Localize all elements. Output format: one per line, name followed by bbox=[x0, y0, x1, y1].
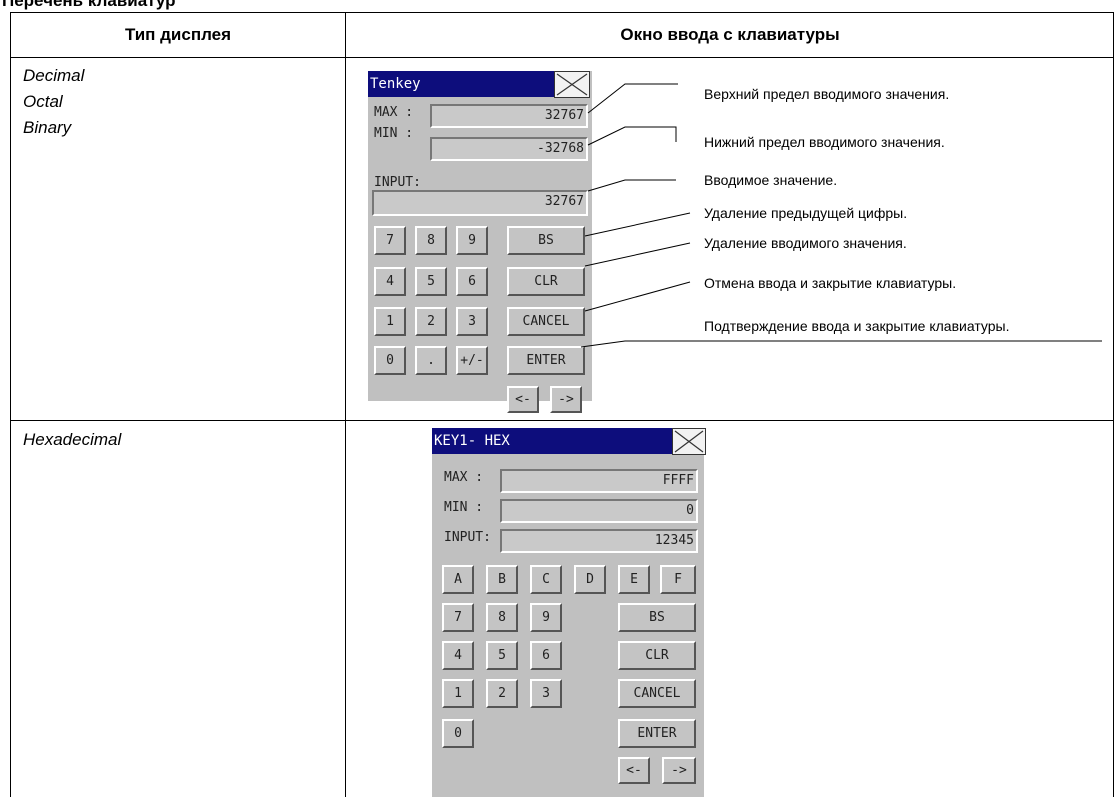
hex-min-field: 0 bbox=[500, 499, 698, 523]
hex-key-7[interactable]: 7 bbox=[442, 603, 474, 632]
hex-min-label: MIN : bbox=[444, 500, 484, 515]
hex-clear-button[interactable]: CLR bbox=[618, 641, 696, 670]
hex-max-field: FFFF bbox=[500, 469, 698, 493]
hex-input-label: INPUT: bbox=[444, 530, 491, 545]
key-a[interactable]: A bbox=[442, 565, 474, 594]
hex-key-4[interactable]: 4 bbox=[442, 641, 474, 670]
hex-key-9[interactable]: 9 bbox=[530, 603, 562, 632]
hex-enter-button[interactable]: ENTER bbox=[618, 719, 696, 748]
hex-key-1[interactable]: 1 bbox=[442, 679, 474, 708]
hex-key-5[interactable]: 5 bbox=[486, 641, 518, 670]
hex-key-2[interactable]: 2 bbox=[486, 679, 518, 708]
hex-key-6[interactable]: 6 bbox=[530, 641, 562, 670]
callout-min-limit: Нижний предел вводимого значения. bbox=[704, 134, 945, 150]
hex-cursor-right-button[interactable]: -> bbox=[662, 757, 696, 784]
callout-max-limit: Верхний предел вводимого значения. bbox=[704, 86, 950, 102]
callout-cancel: Отмена ввода и закрытие клавиатуры. bbox=[704, 275, 957, 291]
hex-close-icon[interactable] bbox=[672, 428, 706, 455]
hex-backspace-button[interactable]: BS bbox=[618, 603, 696, 632]
hex-cancel-button[interactable]: CANCEL bbox=[618, 679, 696, 708]
hex-keypad-window: KEY1- HEX MAX : FFFF MIN : 0 INPUT: 1234… bbox=[432, 428, 706, 797]
callout-enter: Подтверждение ввода и закрытие клавиатур… bbox=[704, 318, 1010, 334]
hex-title: KEY1- HEX bbox=[432, 428, 672, 454]
callout-clear: Удаление вводимого значения. bbox=[704, 235, 907, 251]
hex-key-3[interactable]: 3 bbox=[530, 679, 562, 708]
key-d[interactable]: D bbox=[574, 565, 606, 594]
callout-input-value: Вводимое значение. bbox=[704, 172, 838, 188]
hex-key-0[interactable]: 0 bbox=[442, 719, 474, 748]
key-f[interactable]: F bbox=[660, 565, 696, 594]
key-c[interactable]: C bbox=[530, 565, 562, 594]
key-b[interactable]: B bbox=[486, 565, 518, 594]
key-e[interactable]: E bbox=[618, 565, 650, 594]
hex-input-field[interactable]: 12345 bbox=[500, 529, 698, 553]
hex-max-label: MAX : bbox=[444, 470, 484, 485]
hex-key-8[interactable]: 8 bbox=[486, 603, 518, 632]
callout-backspace: Удаление предыдущей цифры. bbox=[704, 205, 908, 221]
hex-cursor-left-button[interactable]: <- bbox=[618, 757, 650, 784]
